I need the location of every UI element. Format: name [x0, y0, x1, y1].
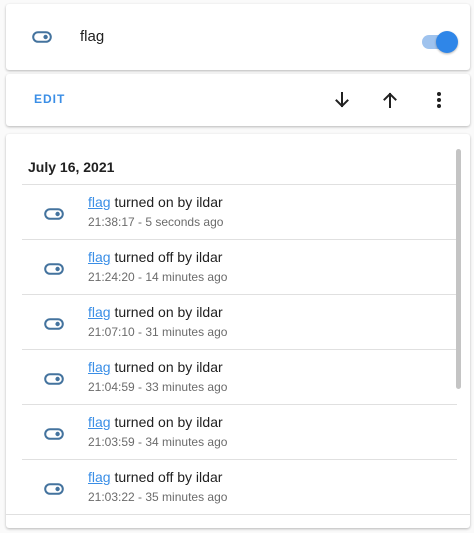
logbook-card: July 16, 2021 flag turned on by ildar 21:… [6, 134, 470, 528]
entry-timestamp: 21:38:17 - 5 seconds ago [88, 215, 224, 229]
entity-link[interactable]: flag [88, 249, 111, 265]
card-actions: EDIT [6, 74, 470, 126]
entry-action-text: turned on by ildar [110, 194, 223, 210]
divider [6, 514, 470, 515]
logbook-entry: flag turned on by ildar 21:38:17 - 5 seco… [22, 184, 457, 239]
toggle-switch-outline-icon [44, 372, 64, 386]
entity-row[interactable]: flag [6, 4, 470, 70]
entity-link[interactable]: flag [88, 359, 111, 375]
entity-link[interactable]: flag [88, 194, 111, 210]
entry-message: flag turned off by ildar [88, 469, 222, 485]
arrow-down-icon [335, 92, 349, 108]
entry-action-text: turned on by ildar [110, 304, 223, 320]
more-options-button[interactable] [425, 86, 453, 114]
entity-card: flag [6, 4, 470, 70]
entity-link[interactable]: flag [88, 414, 111, 430]
entity-name: flag [80, 28, 105, 45]
scrollbar-thumb[interactable] [456, 149, 461, 389]
edit-button[interactable]: EDIT [34, 92, 65, 106]
arrow-up-icon [383, 92, 397, 108]
toggle-thumb [436, 31, 458, 53]
entry-action-text: turned off by ildar [110, 469, 223, 485]
toggle-switch-outline-icon [44, 482, 64, 496]
entry-timestamp: 21:03:22 - 35 minutes ago [88, 490, 228, 504]
entity-link[interactable]: flag [88, 469, 111, 485]
entry-message: flag turned on by ildar [88, 194, 223, 210]
entry-timestamp: 21:03:59 - 34 minutes ago [88, 435, 228, 449]
toggle-switch-outline-icon [44, 207, 64, 221]
entity-link[interactable]: flag [88, 304, 111, 320]
move-down-button[interactable] [328, 86, 356, 114]
toggle-switch-outline-icon [32, 30, 52, 44]
entry-message: flag turned off by ildar [88, 249, 222, 265]
logbook-entry: flag turned on by ildar 21:07:10 - 31 min… [22, 294, 457, 349]
logbook-entry: flag turned on by ildar 21:04:59 - 33 min… [22, 349, 457, 404]
move-up-button[interactable] [376, 86, 404, 114]
entry-message: flag turned on by ildar [88, 414, 223, 430]
entry-timestamp: 21:04:59 - 33 minutes ago [88, 380, 228, 394]
logbook-list: flag turned on by ildar 21:38:17 - 5 seco… [22, 184, 457, 514]
entry-action-text: turned on by ildar [110, 359, 223, 375]
entry-timestamp: 21:24:20 - 14 minutes ago [88, 270, 228, 284]
toggle-switch-outline-icon [44, 317, 64, 331]
logbook-entry: flag turned off by ildar 21:03:22 - 35 mi… [22, 459, 457, 514]
dots-vertical-icon [437, 92, 441, 108]
entity-toggle-switch[interactable] [418, 31, 458, 53]
entry-message: flag turned on by ildar [88, 304, 223, 320]
entry-timestamp: 21:07:10 - 31 minutes ago [88, 325, 228, 339]
entry-action-text: turned off by ildar [110, 249, 223, 265]
entry-message: flag turned on by ildar [88, 359, 223, 375]
logbook-entry: flag turned off by ildar 21:24:20 - 14 mi… [22, 239, 457, 294]
toggle-switch-outline-icon [44, 262, 64, 276]
logbook-date: July 16, 2021 [28, 159, 115, 175]
logbook-entry: flag turned on by ildar 21:03:59 - 34 min… [22, 404, 457, 459]
toggle-switch-outline-icon [44, 427, 64, 441]
entry-action-text: turned on by ildar [110, 414, 223, 430]
